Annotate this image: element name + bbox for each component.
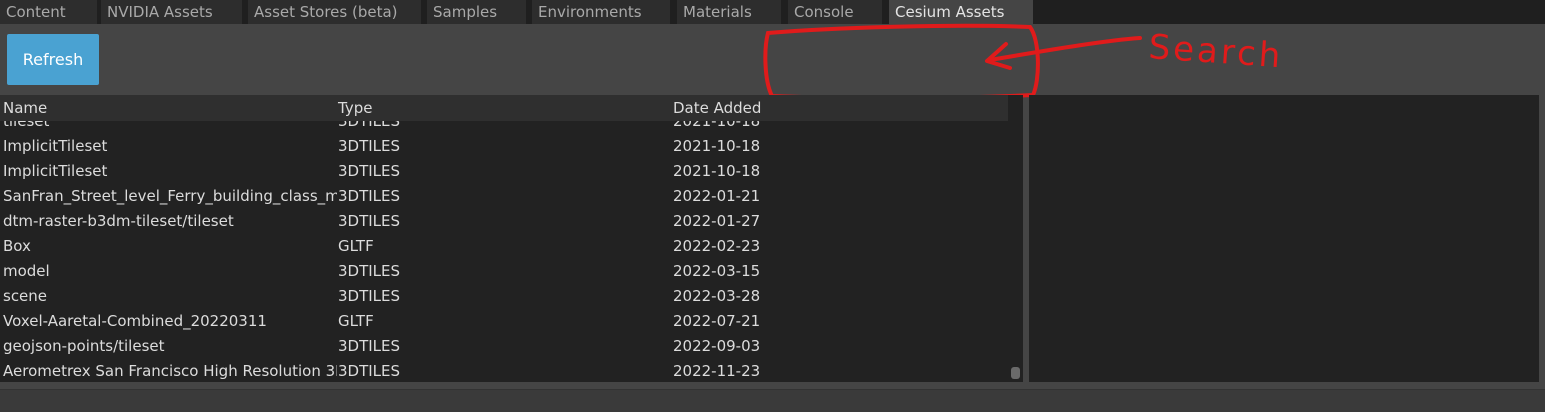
cell-name: Aerometrex San Francisco High Resolution… [3,362,337,380]
cell-name: scene [3,287,48,305]
cell-date: 2022-11-23 [673,362,761,380]
asset-list: tileset 3DTILES 2021-10-18 ImplicitTiles… [0,95,1023,382]
cell-date: 2022-01-21 [673,187,761,205]
column-header-date-added[interactable]: Date Added [673,99,761,117]
cell-name: dtm-raster-b3dm-tileset/tileset [3,212,234,230]
tab-samples[interactable]: Samples [427,0,526,24]
cell-date: 2021-10-18 [673,162,761,180]
table-row[interactable]: dtm-raster-b3dm-tileset/tileset 3DTILES … [0,210,1008,235]
column-header-type[interactable]: Type [338,99,372,117]
cell-type: 3DTILES [338,212,401,230]
cell-name: model [3,262,50,280]
column-header-name[interactable]: Name [3,99,47,117]
table-row[interactable]: Voxel-Aaretal-Combined_20220311 GLTF 202… [0,310,1008,335]
tab-asset-stores[interactable]: Asset Stores (beta) [248,0,421,24]
cell-date: 2022-02-23 [673,237,761,255]
search-input[interactable] [765,32,1035,94]
status-bar [0,389,1545,412]
tab-bar: Content NVIDIA Assets Asset Stores (beta… [0,0,1545,24]
table-row[interactable]: geojson-points/tileset 3DTILES 2022-09-0… [0,335,1008,360]
cell-type: GLTF [338,237,374,255]
cell-type: 3DTILES [338,187,401,205]
table-row[interactable]: model 3DTILES 2022-03-15 [0,260,1008,285]
cell-name: SanFran_Street_level_Ferry_building_clas… [3,187,337,205]
tab-content[interactable]: Content [0,0,97,24]
table-row[interactable]: ImplicitTileset 3DTILES 2021-10-18 [0,160,1008,185]
tab-materials[interactable]: Materials [677,0,781,24]
asset-details-panel [1029,95,1539,382]
cell-name: Voxel-Aaretal-Combined_20220311 [3,312,267,330]
cell-type: 3DTILES [338,162,401,180]
tab-environments[interactable]: Environments [532,0,670,24]
table-row[interactable]: scene 3DTILES 2022-03-28 [0,285,1008,310]
annotation-label: Search [1147,27,1284,76]
table-header: Name Type Date Added [0,95,1008,121]
tab-nvidia-assets[interactable]: NVIDIA Assets [101,0,242,24]
tab-cesium-assets[interactable]: Cesium Assets [889,0,1033,24]
cell-name: ImplicitTileset [3,162,108,180]
cell-type: 3DTILES [338,262,401,280]
table-row[interactable]: ImplicitTileset 3DTILES 2021-10-18 [0,135,1008,160]
cell-name: geojson-points/tileset [3,337,165,355]
tab-console[interactable]: Console [788,0,882,24]
cell-date: 2022-03-28 [673,287,761,305]
cell-type: 3DTILES [338,287,401,305]
cell-type: 3DTILES [338,137,401,155]
vertical-scrollbar[interactable] [1008,95,1023,382]
cell-date: 2022-03-15 [673,262,761,280]
cell-date: 2021-10-18 [673,137,761,155]
cell-name: Box [3,237,31,255]
cell-date: 2022-09-03 [673,337,761,355]
table-row[interactable]: Box GLTF 2022-02-23 [0,235,1008,260]
cell-date: 2022-01-27 [673,212,761,230]
table-row[interactable]: Aerometrex San Francisco High Resolution… [0,360,1008,382]
cell-name: ImplicitTileset [3,137,108,155]
refresh-button[interactable]: Refresh [7,34,99,85]
cell-type: 3DTILES [338,362,401,380]
cell-type: GLTF [338,312,374,330]
scrollbar-thumb[interactable] [1011,367,1020,379]
table-row[interactable]: SanFran_Street_level_Ferry_building_clas… [0,185,1008,210]
cell-type: 3DTILES [338,337,401,355]
cell-date: 2022-07-21 [673,312,761,330]
